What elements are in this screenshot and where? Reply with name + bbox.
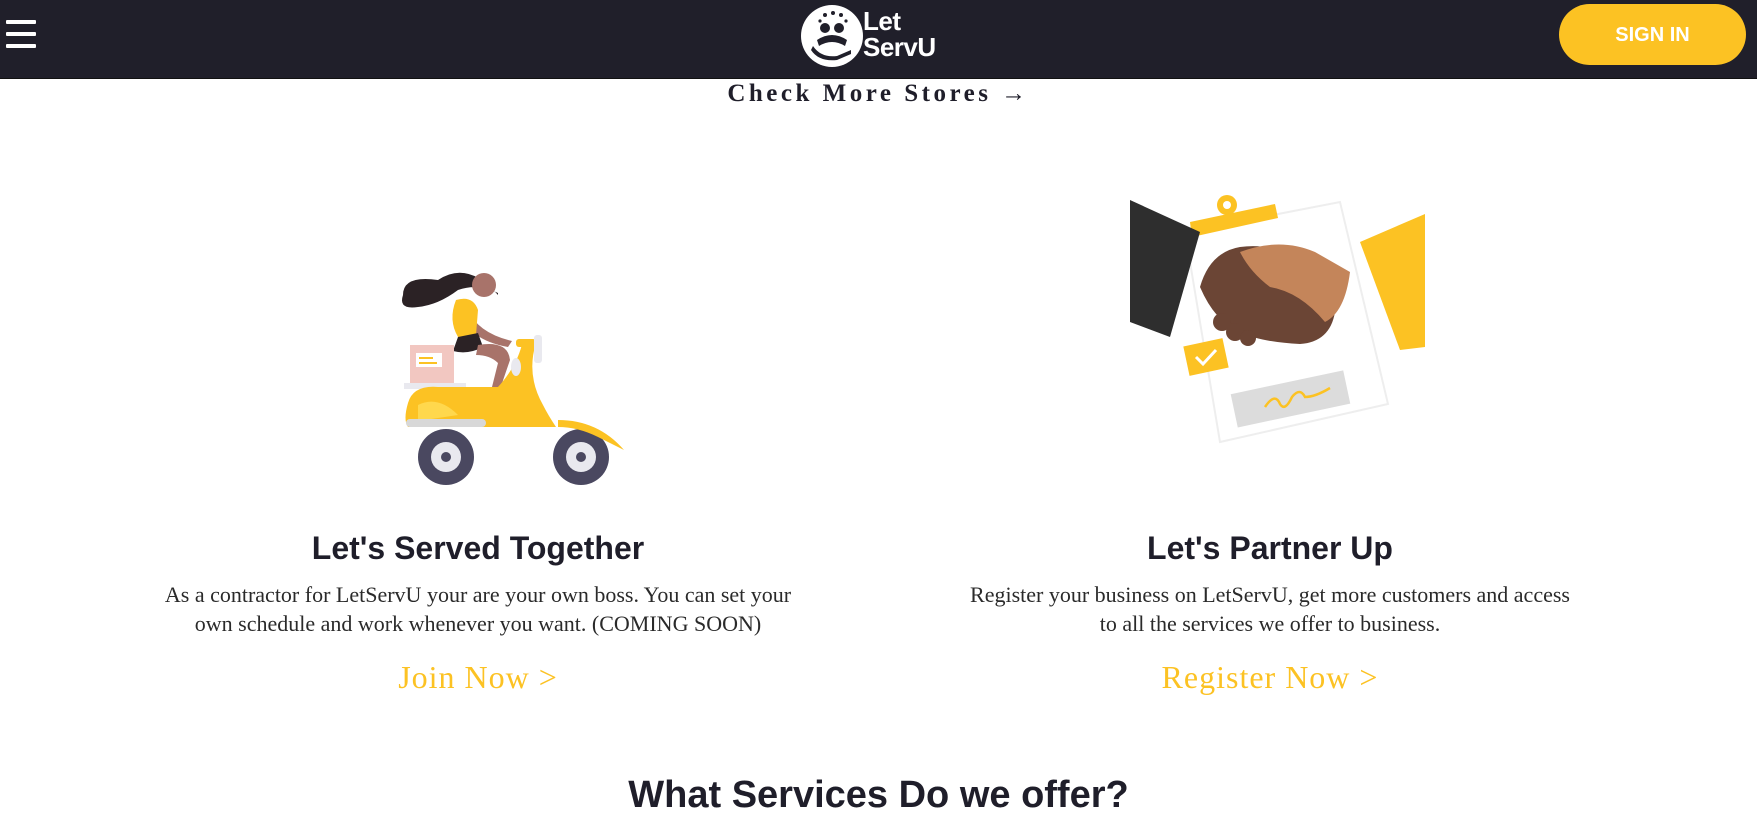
logo-line-1: Let bbox=[863, 6, 901, 36]
join-now-link[interactable]: Join Now > bbox=[90, 659, 866, 696]
sign-in-button[interactable]: SIGN IN bbox=[1559, 4, 1746, 65]
logo-line-2: ServU bbox=[863, 32, 936, 62]
hand-people-logo-icon bbox=[801, 5, 863, 67]
card-desc-line-2: own schedule and work whenever you want.… bbox=[194, 611, 762, 636]
delivery-scooter-illustration bbox=[402, 272, 624, 485]
services-heading: What Services Do we offer? bbox=[628, 774, 1129, 816]
card-title-partner: Let's Partner Up bbox=[1147, 530, 1393, 566]
logo-text: Let ServU bbox=[863, 8, 936, 60]
handshake-contract-illustration bbox=[1130, 195, 1425, 444]
register-now-link[interactable]: Register Now > bbox=[880, 659, 1660, 696]
letservu-logo[interactable]: Let ServU bbox=[799, 2, 951, 68]
hamburger-menu-icon[interactable] bbox=[6, 20, 36, 48]
check-more-stores-link[interactable]: Check More Stores → bbox=[0, 80, 1757, 108]
card-desc-partner: Register your business on LetServU, get … bbox=[880, 580, 1660, 638]
top-navbar: Let ServU SIGN IN bbox=[0, 0, 1757, 79]
card-desc-served: As a contractor for LetServU your are yo… bbox=[90, 580, 866, 638]
card-desc-line-2: to all the services we offer to business… bbox=[1099, 611, 1441, 636]
card-desc-line-1: Register your business on LetServU, get … bbox=[970, 582, 1570, 607]
card-desc-line-1: As a contractor for LetServU your are yo… bbox=[164, 582, 792, 607]
card-title-served: Let's Served Together bbox=[311, 530, 645, 566]
